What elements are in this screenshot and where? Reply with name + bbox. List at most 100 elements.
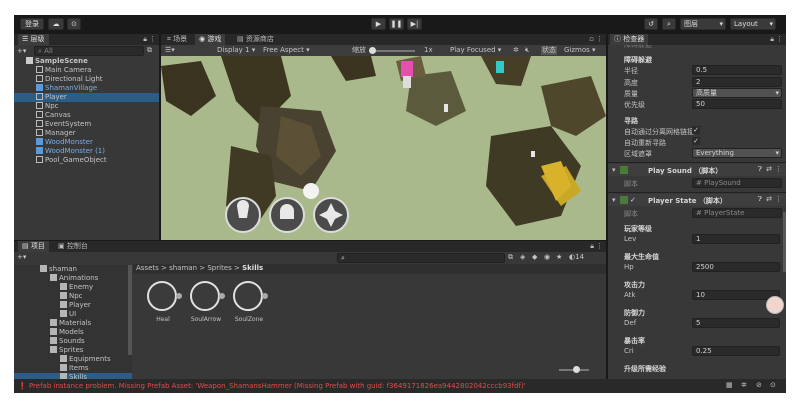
asset-tile[interactable]: SoulZone	[229, 281, 269, 331]
favorite-icon[interactable]: ★	[556, 253, 562, 261]
folder-item[interactable]: shaman	[14, 265, 132, 274]
hierarchy-search-input[interactable]: ⌕ All	[34, 46, 144, 56]
tab-game[interactable]: ◉ 游戏	[195, 34, 226, 45]
play-button[interactable]: ▶	[371, 18, 386, 30]
folder-item[interactable]: Player	[14, 301, 132, 310]
tab-inspector[interactable]: ⓘ 检查器	[610, 34, 649, 45]
stat-value-field[interactable]: 0.25	[692, 346, 780, 356]
label-filter-icon[interactable]: ◆	[532, 253, 537, 261]
tab-scene[interactable]: ⌗ 场景	[163, 34, 191, 45]
history-button[interactable]: ↺	[644, 18, 658, 30]
folder-item[interactable]: Sprites	[14, 346, 132, 355]
more-icon[interactable]: ⋮	[596, 34, 603, 45]
tab-hierarchy[interactable]: ☰ 层级	[18, 34, 49, 45]
hierarchy-item[interactable]: Manager	[14, 129, 159, 138]
hierarchy-item[interactable]: WoodMonster	[14, 138, 159, 147]
maximize-icon[interactable]: ▫	[589, 34, 594, 45]
tab-asset-store[interactable]: ▤ 资源商店	[233, 34, 278, 45]
lock-icon[interactable]: 🔒︎	[590, 241, 594, 252]
breadcrumb-item[interactable]: Skills	[242, 264, 263, 272]
scale-slider[interactable]	[369, 47, 415, 54]
expand-arrow-icon[interactable]	[219, 293, 225, 299]
frame-debug-icon[interactable]: ✲	[513, 46, 519, 55]
hierarchy-item[interactable]: EventSystem	[14, 120, 159, 129]
more-icon[interactable]: ⋮	[596, 241, 603, 252]
layers-dropdown[interactable]: 图层 ▾	[680, 18, 726, 30]
pause-button[interactable]: ❚❚	[389, 18, 404, 30]
eye-icon[interactable]: ◉	[544, 253, 550, 261]
game-viewport[interactable]	[161, 56, 606, 240]
filter-icon[interactable]: ⧉	[147, 46, 152, 55]
avatar[interactable]	[766, 296, 784, 314]
hierarchy-item[interactable]: Npc	[14, 102, 159, 111]
tab-console[interactable]: ▣ 控制台	[54, 241, 92, 252]
asset-tile[interactable]: SoulArrow	[186, 281, 226, 331]
play-sound-header[interactable]: ▾ Play Sound （脚本） ❓︎ ⇄ ⋮	[608, 164, 786, 176]
breadcrumb-item[interactable]: shaman	[169, 264, 197, 272]
collab-button[interactable]: ⊙	[67, 18, 81, 30]
breadcrumb-item[interactable]: Assets	[136, 264, 159, 272]
step-button[interactable]: ▶|	[407, 18, 422, 30]
expand-arrow-icon[interactable]	[176, 293, 182, 299]
height-field[interactable]: 2	[692, 77, 782, 87]
project-search-input[interactable]: ⌕	[337, 253, 505, 263]
player-state-script-field[interactable]: # PlayerState	[692, 208, 782, 218]
stat-value-field[interactable]: 5	[692, 318, 780, 328]
help-icon[interactable]: ❓︎	[758, 195, 762, 204]
more-icon[interactable]: ⋮	[149, 34, 156, 45]
scale-slider-handle[interactable]	[369, 47, 376, 54]
search-button[interactable]: ⌕	[662, 18, 676, 30]
area-mask-dropdown[interactable]: Everything ▾	[692, 148, 782, 158]
debug-icon[interactable]: ✲	[741, 381, 747, 389]
expand-arrow-icon[interactable]	[262, 293, 268, 299]
play-sound-script-field[interactable]: # PlaySound	[692, 178, 782, 188]
stat-value-field[interactable]: 2500	[692, 262, 780, 272]
preset-icon[interactable]: ⇄	[766, 165, 772, 173]
radius-field[interactable]: 0.5	[692, 65, 782, 75]
folder-item[interactable]: Sounds	[14, 337, 132, 346]
lock-icon[interactable]: 🔒︎	[143, 34, 147, 45]
auto-repath-checkbox[interactable]: ✓	[692, 137, 700, 145]
zoom-slider[interactable]	[559, 366, 589, 373]
hierarchy-item[interactable]: Pool_GameObject	[14, 156, 159, 165]
hierarchy-item[interactable]: Main Camera	[14, 66, 159, 75]
more-icon[interactable]: ⋮	[775, 165, 782, 173]
zoom-slider-handle[interactable]	[573, 366, 580, 373]
error-message[interactable]: ❗ Prefab instance problem. Missing Prefa…	[18, 382, 526, 390]
auto-link-checkbox[interactable]: ✓	[692, 126, 700, 134]
enabled-checkbox[interactable]: ✓	[630, 196, 636, 204]
game-menu[interactable]: ☰▾	[165, 46, 175, 55]
progress-icon[interactable]: ▦	[726, 381, 733, 389]
folder-item[interactable]: UI	[14, 310, 132, 319]
more-icon[interactable]: ⋮	[776, 34, 783, 45]
folder-item[interactable]: Npc	[14, 292, 132, 301]
preset-icon[interactable]: ⇄	[766, 195, 772, 203]
display-dropdown[interactable]: Display 1 ▾	[217, 46, 255, 55]
aspect-dropdown[interactable]: Free Aspect ▾	[263, 46, 310, 55]
folder-item[interactable]: Materials	[14, 319, 132, 328]
folder-item[interactable]: Equipments	[14, 355, 132, 364]
stats-button[interactable]: 状态	[541, 46, 557, 55]
hierarchy-item[interactable]: WoodMonster (1)	[14, 147, 159, 156]
hierarchy-item[interactable]: ShamanVillage	[14, 84, 159, 93]
tree-scrollbar[interactable]	[128, 265, 132, 355]
hierarchy-item[interactable]: Canvas	[14, 111, 159, 120]
hierarchy-item[interactable]: Player	[14, 93, 159, 102]
check-icon[interactable]: ⊙	[770, 381, 776, 389]
player-state-header[interactable]: ▾ ✓ Player State （脚本） ❓︎ ⇄ ⋮	[608, 194, 786, 206]
asset-tile[interactable]: Heal	[143, 281, 183, 331]
folder-item[interactable]: Items	[14, 364, 132, 373]
quality-dropdown[interactable]: 高质量 ▾	[692, 88, 782, 98]
folder-item[interactable]: Models	[14, 328, 132, 337]
stat-value-field[interactable]: 10	[692, 290, 780, 300]
tab-project[interactable]: ▤ 项目	[18, 241, 49, 252]
stat-value-field[interactable]: 1	[692, 234, 780, 244]
cloud-button[interactable]: ☁	[48, 18, 64, 30]
play-mode-dropdown[interactable]: Play Focused ▾	[450, 46, 501, 55]
add-button[interactable]: +▾	[17, 47, 31, 56]
mute-icon[interactable]: 🔇︎	[525, 46, 529, 55]
layout-dropdown[interactable]: Layout ▾	[730, 18, 776, 30]
gizmos-dropdown[interactable]: Gizmos ▾	[564, 46, 596, 55]
create-button[interactable]: +▾	[17, 253, 26, 261]
lighting-icon[interactable]: ⊘	[756, 381, 762, 389]
